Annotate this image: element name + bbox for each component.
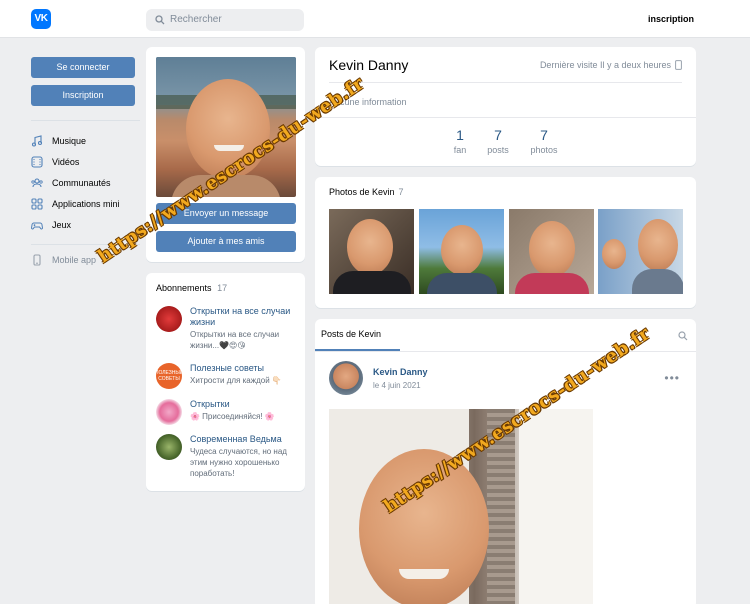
divider [315, 351, 696, 352]
sidebar-item-games[interactable]: Jeux [31, 219, 71, 231]
last-seen: Dernière visite Il y a deux heures [540, 60, 682, 70]
sidebar-item-label: Mobile app [52, 255, 97, 265]
stat-fans[interactable]: 1 fan [440, 127, 480, 155]
stat-label: fan [453, 145, 467, 155]
signup-link[interactable]: inscription [648, 14, 694, 24]
sidebar-item-label: Communautés [52, 178, 111, 188]
subscriptions-count: 17 [217, 283, 228, 293]
sidebar-item-mini-apps[interactable]: Applications mini [31, 198, 120, 210]
stat-value: 7 [494, 127, 502, 143]
stat-photos[interactable]: 7 photos [524, 127, 564, 155]
video-icon [31, 156, 43, 168]
divider [329, 82, 682, 83]
stat-posts[interactable]: 7 posts [478, 127, 518, 155]
sidebar-item-label: Vidéos [52, 157, 80, 167]
search-icon [155, 15, 165, 25]
subscription-desc: 🌸 Присоединяйся! 🌸 [190, 412, 275, 421]
subscription-name: Открытки на все случаи жизни [190, 306, 291, 327]
apps-icon [31, 198, 43, 210]
sidebar-item-mobile-app[interactable]: Mobile app [31, 254, 96, 266]
avatar [156, 434, 182, 460]
avatar: ПОЛЕЗНЫЕ СОВЕТЫ [156, 363, 182, 389]
photo-thumbnail[interactable] [329, 209, 414, 294]
subscriptions-header[interactable]: Abonnements 17 [156, 283, 227, 293]
tab-posts[interactable]: Posts de Kevin [321, 329, 381, 339]
subscription-desc: Чудеса случаются, но над этим нужно хоро… [190, 447, 287, 478]
sidebar-item-label: Musique [52, 136, 87, 146]
photos-count: 7 [398, 187, 404, 197]
search-input[interactable]: Rechercher [146, 9, 304, 31]
divider [315, 117, 696, 118]
stat-label: photos [530, 145, 558, 155]
subscription-desc: Открытки на все случаи жизни...🖤😍😘 [190, 330, 280, 350]
photo-thumbnail[interactable] [419, 209, 504, 294]
photo-thumbnail[interactable] [598, 209, 683, 294]
subscriptions-title: Abonnements [156, 283, 212, 293]
vk-logo[interactable]: VK [31, 9, 51, 29]
last-seen-text: Dernière visite Il y a deux heures [539, 60, 671, 70]
photos-title: Photos de Kevin [329, 187, 395, 197]
sidebar-item-music[interactable]: Musique [31, 135, 86, 147]
avatar[interactable] [329, 361, 363, 395]
post-image[interactable] [329, 409, 593, 604]
avatar [156, 399, 182, 425]
people-icon [31, 178, 43, 188]
photos-card: Photos de Kevin 7 [315, 177, 696, 308]
phone-icon [33, 254, 41, 266]
sidebar-divider [31, 120, 140, 121]
music-icon [31, 135, 43, 147]
profile-info-card: Kevin Danny Dernière visite Il y a deux … [315, 47, 696, 166]
mobile-icon [675, 60, 682, 70]
sidebar-item-label: Jeux [52, 220, 72, 230]
gamepad-icon [31, 222, 43, 230]
signup-button[interactable]: Inscription [31, 85, 135, 106]
photo-thumbnail[interactable] [509, 209, 594, 294]
more-options-icon[interactable]: ••• [664, 371, 680, 385]
subscription-name: Современная Ведьма [190, 434, 282, 444]
list-item[interactable]: Открытки 🌸 Присоединяйся! 🌸 [156, 399, 296, 425]
subscription-name: Полезные советы [190, 363, 264, 373]
stat-label: posts [487, 145, 509, 155]
profile-name: Kevin Danny [329, 57, 409, 73]
subscription-name: Открытки [190, 399, 230, 409]
list-item[interactable]: ПОЛЕЗНЫЕ СОВЕТЫ Полезные советы Хитрости… [156, 363, 296, 389]
avatar [156, 306, 182, 332]
add-friend-button[interactable]: Ajouter à mes amis [156, 231, 296, 252]
list-item[interactable]: Открытки на все случаи жизни Открытки на… [156, 306, 296, 351]
search-placeholder: Rechercher [170, 14, 222, 25]
sidebar-item-label: Applications mini [52, 199, 120, 209]
photos-header[interactable]: Photos de Kevin 7 [329, 187, 404, 197]
post-date[interactable]: le 4 juin 2021 [373, 381, 421, 390]
stat-value: 7 [540, 127, 548, 143]
post-author[interactable]: Kevin Danny [373, 367, 428, 377]
sidebar-item-communities[interactable]: Communautés [31, 177, 111, 189]
top-bar: VK Rechercher inscription [0, 0, 750, 38]
list-item[interactable]: Современная Ведьма Чудеса случаются, но … [156, 434, 296, 479]
sidebar-item-videos[interactable]: Vidéos [31, 156, 79, 168]
profile-photo-card: Envoyer un message Ajouter à mes amis [146, 47, 305, 262]
subscription-desc: Хитрости для каждой 👇🏻 [190, 376, 282, 385]
subscriptions-card: Abonnements 17 Открытки на все случаи жи… [146, 273, 305, 491]
search-icon[interactable] [678, 331, 688, 341]
login-button[interactable]: Se connecter [31, 57, 135, 78]
posts-card: Posts de Kevin Kevin Danny le 4 juin 202… [315, 319, 696, 604]
stat-value: 1 [456, 127, 464, 143]
